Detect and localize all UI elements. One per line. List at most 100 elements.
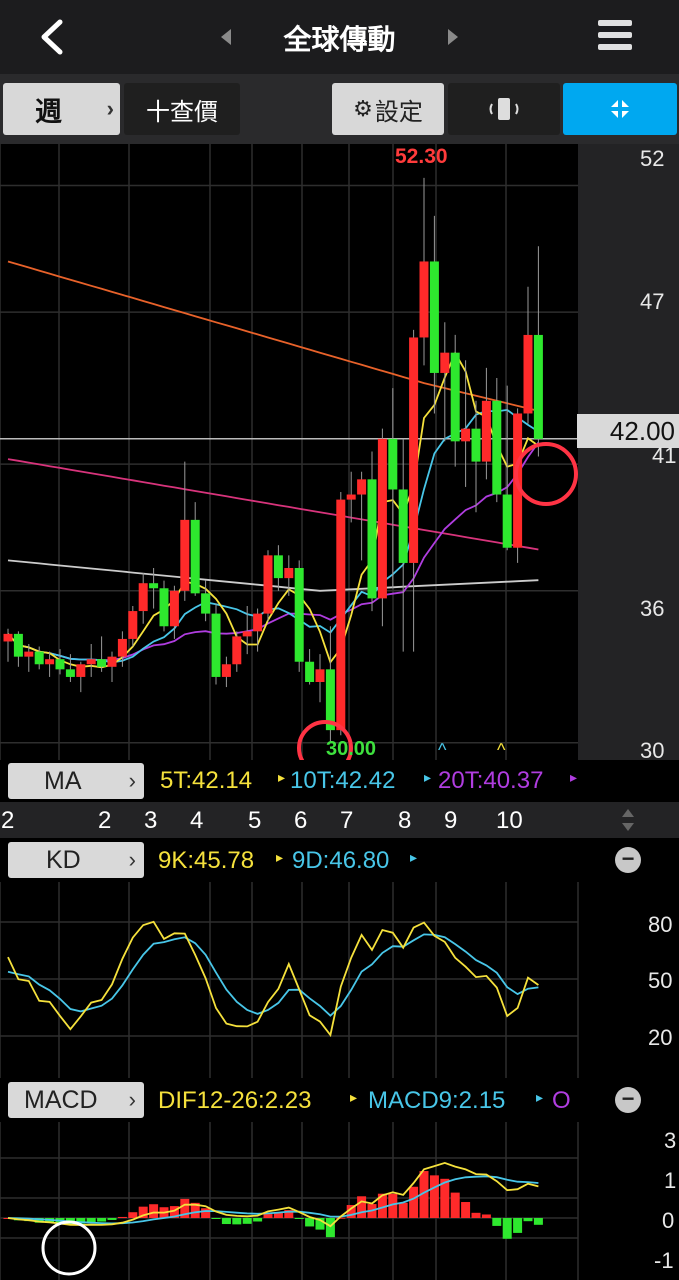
macd-value: MACD9:2.15	[368, 1087, 506, 1114]
candle-body	[138, 583, 148, 612]
arrow-icon: ▸	[410, 849, 418, 865]
ma-legend-bar: MA › 5T:42.14 ▸ 10T:42.42 ▸ 20T:40.37 ▸	[0, 760, 679, 802]
dif-value: DIF12-26:2.23	[158, 1087, 312, 1114]
hamburger-menu-icon[interactable]	[596, 18, 636, 54]
candle-body	[367, 479, 377, 599]
kd-axis-label: 80	[648, 912, 673, 937]
candle-body	[419, 261, 429, 338]
ma20-value: 20T:40.37	[438, 767, 544, 794]
candle-body	[180, 519, 190, 591]
candle-body	[149, 583, 159, 589]
gear-icon: ⚙	[353, 96, 373, 121]
candle-body	[492, 400, 502, 495]
add-quote-button[interactable]: 十查價	[124, 83, 240, 135]
high-price-label: 52.30	[395, 145, 448, 168]
rotate-screen-button[interactable]	[448, 83, 560, 135]
ma-slow-line	[7, 559, 539, 592]
kd-grid	[0, 882, 679, 1078]
candle-body	[388, 438, 398, 490]
osc-value: O	[552, 1087, 571, 1114]
rotate-phone-icon	[489, 98, 519, 120]
macd-histogram-bar	[97, 1218, 107, 1222]
macd-grid	[0, 1122, 579, 1280]
d-value: 9D:46.80	[292, 847, 390, 874]
date-axis-label: 3	[144, 807, 158, 834]
marker-caret: ^	[438, 740, 447, 760]
macd-histogram-bar	[513, 1218, 523, 1233]
macd-histogram-bar	[325, 1218, 335, 1238]
next-stock-icon[interactable]	[446, 28, 460, 46]
candle-body	[409, 337, 419, 563]
candle-body	[159, 588, 169, 627]
date-axis-label: 5	[248, 807, 262, 834]
ma-indicator-label: MA	[44, 766, 82, 795]
date-axis-label: 2	[98, 807, 112, 834]
candle-body	[273, 555, 283, 579]
candle-body	[34, 651, 44, 665]
arrow-icon: ▸	[570, 769, 578, 785]
page-title: 全球傳動	[283, 24, 396, 55]
price-axis-label: 47	[640, 289, 665, 314]
ma-mid-line	[7, 458, 539, 551]
macd-histogram-bar	[128, 1212, 138, 1218]
kd-chart[interactable]	[0, 882, 679, 1078]
candle-body	[502, 494, 512, 548]
macd-indicator-button[interactable]: MACD ›	[8, 1082, 144, 1118]
macd-histogram-bar	[523, 1218, 533, 1222]
macd-axis-label: -1	[654, 1248, 674, 1273]
candle-body	[86, 659, 96, 665]
marker-caret: ^	[497, 740, 506, 760]
candle-body	[429, 261, 439, 373]
candle-body	[55, 659, 65, 670]
price-axis-label: 36	[640, 596, 665, 621]
date-axis-label: 7	[340, 807, 354, 834]
arrow-icon: ▸	[536, 1089, 544, 1105]
candle-body	[3, 633, 13, 642]
macd-chart[interactable]	[0, 1122, 679, 1280]
macd-histogram-bar	[461, 1202, 471, 1218]
candle-body	[305, 661, 315, 682]
period-select-button[interactable]: 週 ›	[3, 83, 120, 135]
top-nav-bar: 全球傳動	[0, 0, 679, 74]
arrow-icon: ▸	[278, 769, 286, 785]
candle-body	[13, 633, 23, 657]
low-price-label: 30.00	[326, 738, 377, 760]
macd-histogram-bar	[211, 1218, 221, 1219]
date-axis-label: 10	[496, 807, 523, 834]
arrow-icon: ▸	[276, 849, 284, 865]
arrow-icon: ▸	[424, 769, 432, 785]
candle-body	[45, 659, 55, 665]
chevron-right-icon: ›	[128, 847, 136, 872]
collapse-panel-icon[interactable]: −	[615, 847, 641, 873]
collapse-panel-icon[interactable]: −	[615, 1087, 641, 1113]
candle-body	[221, 664, 231, 677]
macd-indicator-label: MACD	[24, 1085, 98, 1114]
chevron-right-icon: ›	[106, 96, 114, 121]
macd-histogram-bar	[502, 1218, 512, 1239]
candle-body	[190, 519, 200, 594]
resize-handle-icon[interactable]	[620, 807, 636, 833]
date-axis-bar: 2 2 3 4 5 6 7 8 9 10	[0, 802, 679, 838]
candle-body	[377, 438, 387, 599]
macd-histogram-bar	[471, 1212, 481, 1218]
macd-histogram-bar	[398, 1202, 408, 1218]
candle-body	[242, 631, 252, 637]
candle-body	[201, 593, 211, 614]
macd-histogram-bar	[232, 1218, 242, 1225]
period-label: 週	[35, 96, 62, 127]
fullscreen-toggle-button[interactable]	[563, 83, 677, 135]
settings-button[interactable]: ⚙ 設定	[332, 83, 444, 135]
macd-histogram-bar	[107, 1218, 117, 1220]
macd-histogram-bar	[533, 1218, 543, 1225]
macd-histogram-bar	[492, 1218, 502, 1226]
ma-indicator-button[interactable]: MA ›	[8, 763, 144, 799]
chevron-right-icon: ›	[128, 768, 136, 793]
kd-axis-label: 50	[648, 968, 673, 993]
candle-body	[450, 352, 460, 442]
highlight-circle	[41, 1220, 97, 1276]
add-quote-label: 十查價	[146, 98, 218, 126]
macd-legend-bar: MACD › DIF12-26:2.23 ▸ MACD9:2.15 ▸ O −	[0, 1078, 679, 1122]
price-chart[interactable]	[0, 144, 679, 760]
kd-indicator-button[interactable]: KD ›	[8, 842, 144, 878]
macd-histogram-bar	[86, 1218, 96, 1223]
